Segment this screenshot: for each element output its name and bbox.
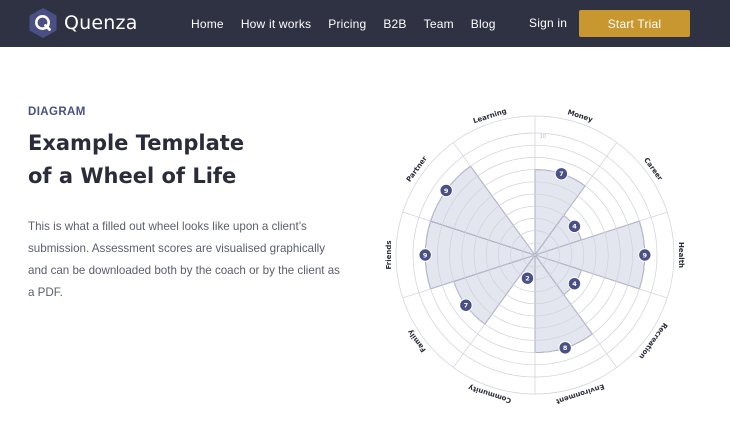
score-value-environment: 8 bbox=[563, 344, 568, 352]
score-value-family: 7 bbox=[464, 301, 469, 309]
start-trial-button[interactable]: Start Trial bbox=[579, 10, 690, 37]
top-navbar: Quenza Home How it works Pricing B2B Tea… bbox=[0, 0, 730, 47]
score-value-career: 4 bbox=[572, 223, 577, 231]
wheel-of-life-chart: 10 7 4 9 4 8 2 7 9 9 Money Career Health Recreation En… bbox=[372, 98, 698, 418]
nav-link-b2b[interactable]: B2B bbox=[383, 17, 406, 31]
score-value-partner: 9 bbox=[444, 187, 449, 195]
page-title: Example Template of a Wheel of Life bbox=[28, 127, 328, 193]
wheel-svg: 10 7 4 9 4 8 2 7 9 9 Money Career Health Recreation En… bbox=[385, 107, 685, 406]
q-hexagon-logo-icon bbox=[29, 8, 57, 38]
nav-link-home[interactable]: Home bbox=[191, 17, 224, 31]
brand-logo[interactable]: Quenza bbox=[28, 7, 138, 39]
nav-link-pricing[interactable]: Pricing bbox=[328, 17, 366, 31]
wheel-label-friends: Friends bbox=[385, 240, 393, 269]
title-line-1: Example Template bbox=[28, 131, 245, 155]
score-value-recreation: 4 bbox=[572, 280, 577, 288]
wheel-scale-label: 10 bbox=[540, 134, 546, 140]
wheel-label-career: Career bbox=[642, 156, 664, 182]
wheel-label-environment: Environment bbox=[554, 382, 605, 405]
brand-name: Quenza bbox=[64, 12, 138, 34]
wheel-label-recreation: Recreation bbox=[637, 321, 669, 360]
score-value-money: 7 bbox=[559, 170, 564, 178]
score-value-community: 2 bbox=[525, 275, 530, 283]
nav-link-how-it-works[interactable]: How it works bbox=[241, 17, 311, 31]
wheel-label-health: Health bbox=[677, 242, 685, 268]
description-text: This is what a filled out wheel looks li… bbox=[28, 220, 340, 299]
wheel-label-money: Money bbox=[566, 108, 594, 124]
score-value-health: 9 bbox=[643, 251, 648, 259]
nav-links: Home How it works Pricing B2B Team Blog bbox=[191, 0, 513, 47]
nav-link-blog[interactable]: Blog bbox=[471, 17, 496, 31]
sign-in-link[interactable]: Sign in bbox=[529, 16, 567, 30]
nav-link-team[interactable]: Team bbox=[424, 17, 454, 31]
score-value-friends: 9 bbox=[423, 251, 428, 259]
title-line-2: of a Wheel of Life bbox=[28, 164, 237, 188]
wheel-label-learning: Learning bbox=[472, 107, 508, 125]
section-eyebrow: DIAGRAM bbox=[28, 106, 86, 118]
wheel-label-family: Family bbox=[406, 328, 428, 354]
